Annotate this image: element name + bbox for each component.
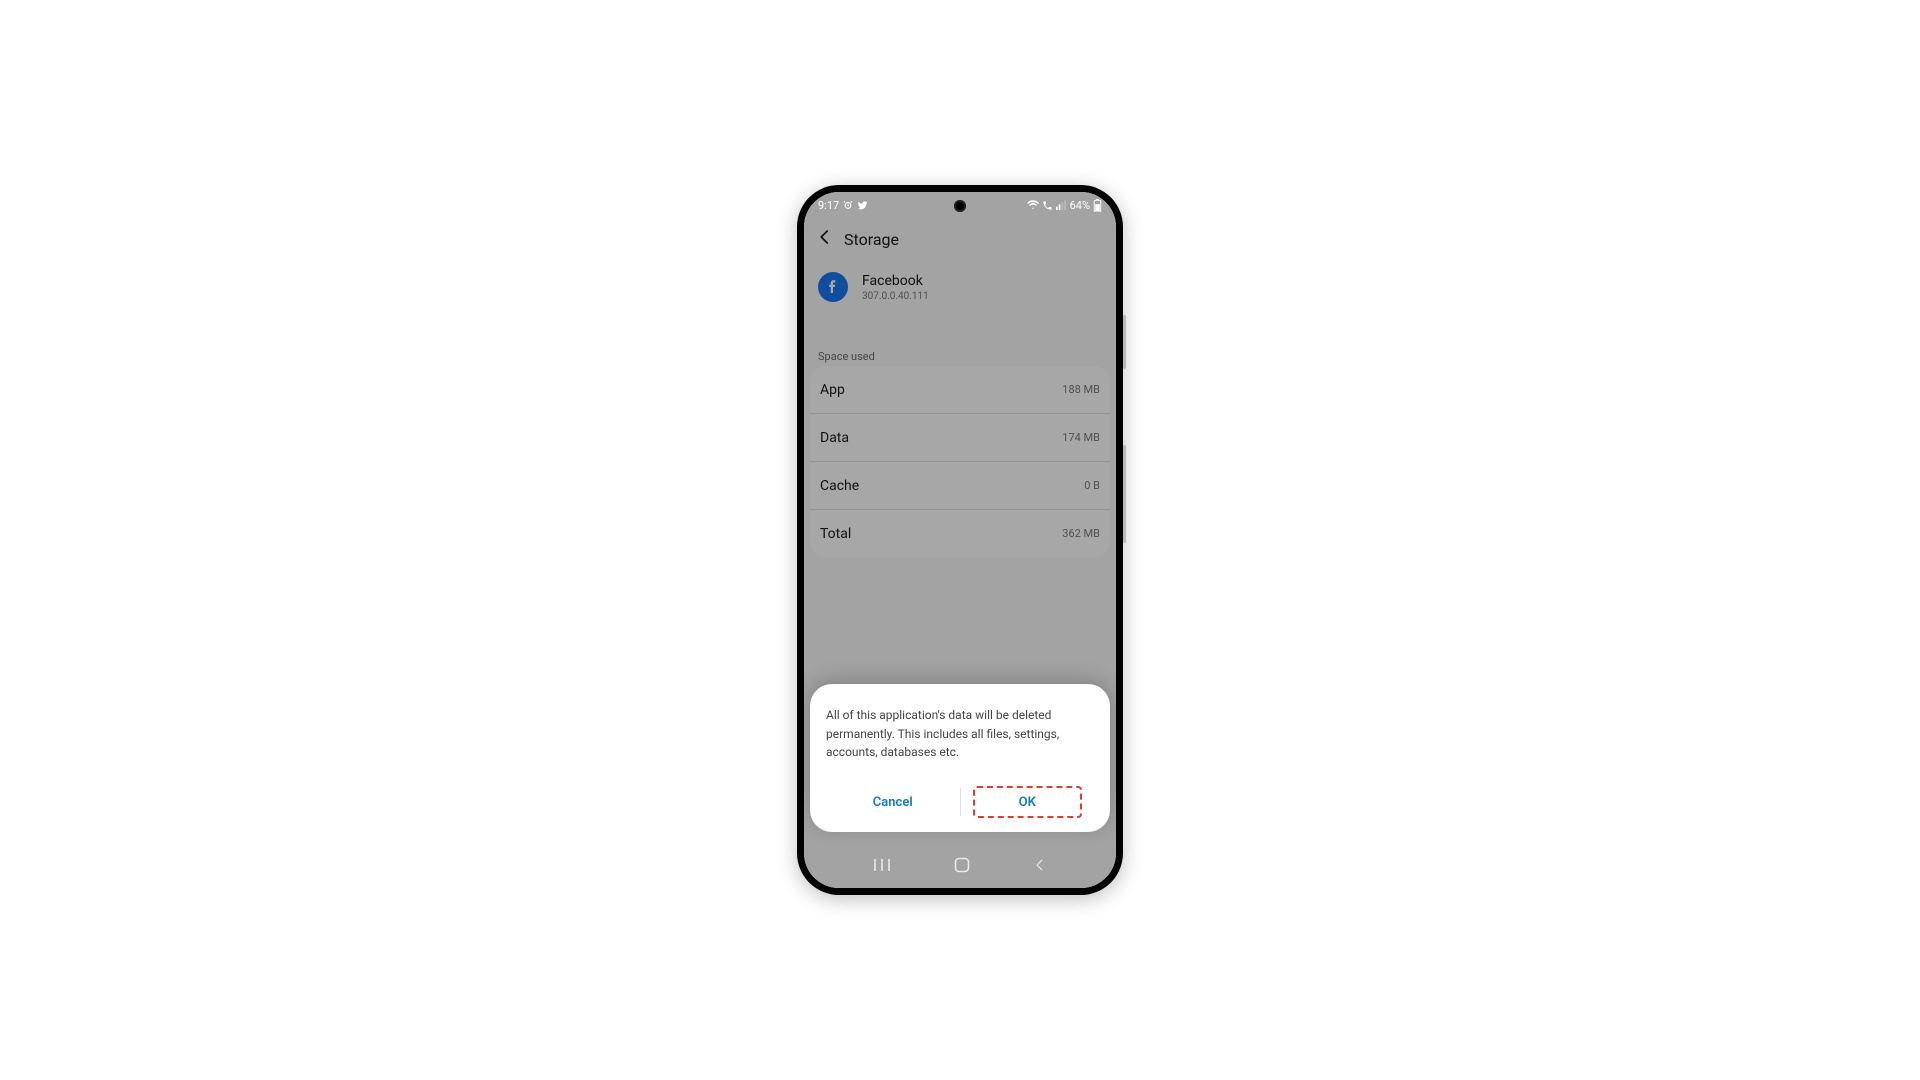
phone-frame: 9:17 [797, 185, 1123, 895]
app-name: Facebook [862, 273, 929, 289]
camera-punch-hole [954, 200, 966, 212]
status-left: 9:17 [818, 199, 868, 212]
section-label: Space used [818, 350, 875, 363]
ok-button[interactable]: OK [1019, 795, 1036, 810]
row-cache: Cache 0 B [810, 461, 1110, 509]
alarm-icon [843, 200, 853, 210]
dialog-actions: Cancel OK [826, 782, 1094, 822]
dialog-message: All of this application's data will be d… [826, 706, 1094, 762]
battery-icon [1093, 199, 1102, 212]
signal-icon [1056, 200, 1067, 210]
phone-volume-button [1123, 445, 1126, 543]
row-label: Total [820, 526, 851, 542]
home-button[interactable] [954, 857, 970, 873]
row-value: 0 B [1084, 479, 1100, 492]
cancel-button[interactable]: Cancel [826, 782, 960, 822]
ok-wrap: OK [961, 782, 1095, 822]
row-value: 188 MB [1062, 383, 1100, 396]
app-info: Facebook 307.0.0.40.111 [804, 272, 1116, 302]
wifi-calling-icon [1042, 200, 1053, 211]
row-app: App 188 MB [810, 366, 1110, 413]
app-version: 307.0.0.40.111 [862, 291, 929, 302]
app-header: Storage [804, 218, 1116, 260]
row-label: Data [820, 430, 849, 446]
row-total: Total 362 MB [810, 509, 1110, 557]
wifi-icon [1027, 200, 1039, 210]
phone-screen: 9:17 [804, 192, 1116, 888]
storage-rows: App 188 MB Data 174 MB Cache 0 B Total 3… [810, 366, 1110, 557]
phone-side-button [1123, 315, 1126, 369]
row-value: 362 MB [1062, 527, 1100, 540]
row-value: 174 MB [1062, 431, 1100, 444]
twitter-icon [857, 200, 868, 211]
status-time: 9:17 [818, 199, 839, 212]
row-label: Cache [820, 478, 859, 494]
confirm-dialog: All of this application's data will be d… [810, 684, 1110, 832]
app-text: Facebook 307.0.0.40.111 [862, 273, 929, 302]
back-button[interactable] [1033, 858, 1047, 872]
back-icon[interactable] [816, 228, 834, 250]
battery-text: 64% [1070, 199, 1090, 212]
recents-button[interactable] [873, 858, 891, 872]
row-data: Data 174 MB [810, 413, 1110, 461]
page-title: Storage [844, 230, 899, 249]
status-right: 64% [1027, 199, 1102, 212]
android-nav-bar [804, 846, 1116, 888]
row-label: App [820, 382, 845, 398]
facebook-icon [818, 272, 848, 302]
